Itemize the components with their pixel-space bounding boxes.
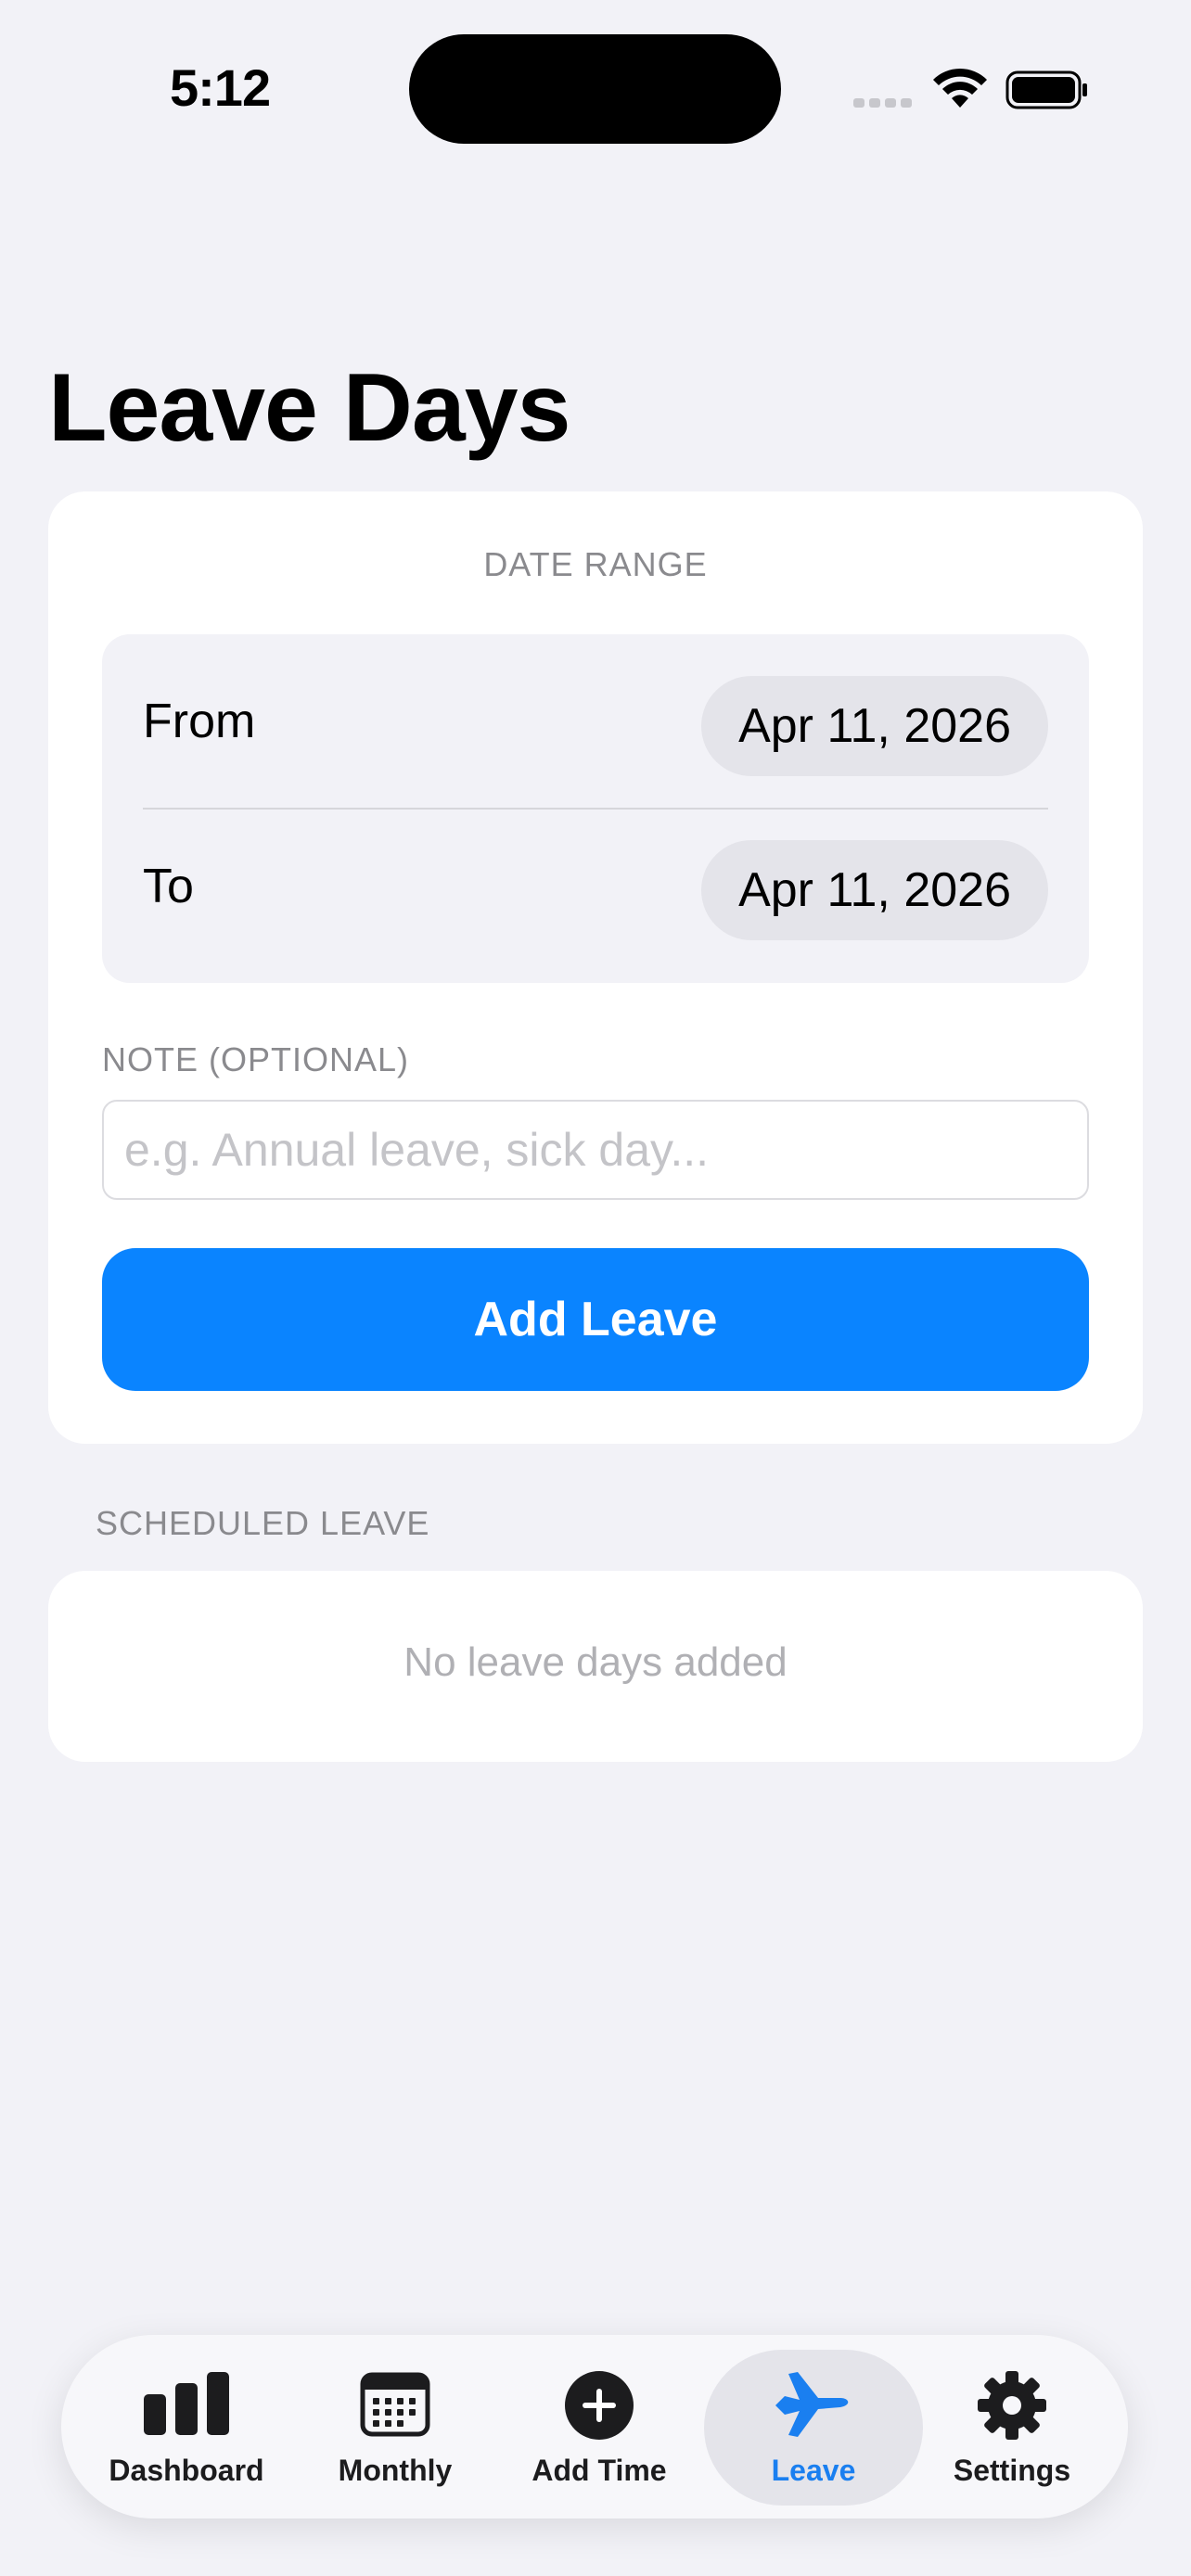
to-row: To Apr 11, 2026 (102, 809, 1089, 983)
chart-bar-icon (144, 2372, 229, 2435)
date-range-header: DATE RANGE (483, 545, 708, 583)
tab-settings[interactable]: Settings (919, 2335, 1105, 2519)
tab-leave[interactable]: Leave (721, 2335, 906, 2519)
screen: 5:12 Leave Days DATE RANGE From Apr 11, … (0, 0, 1191, 2576)
calendar-icon (360, 2372, 430, 2437)
note-label: NOTE (OPTIONAL) (102, 1040, 410, 1078)
battery-icon (1005, 70, 1087, 109)
scheduled-leave-card: No leave days added (48, 1571, 1143, 1762)
dynamic-island (409, 34, 781, 144)
tab-label: Dashboard (109, 2454, 264, 2487)
from-label: From (143, 695, 256, 748)
tab-label: Add Time (531, 2454, 667, 2487)
plus-circle-icon (565, 2371, 634, 2440)
tab-label: Leave (771, 2454, 856, 2487)
leave-form-card: DATE RANGE From Apr 11, 2026 To Apr 11, … (48, 491, 1143, 1444)
scheduled-leave-header: SCHEDULED LEAVE (96, 1504, 430, 1542)
tab-label: Settings (953, 2454, 1071, 2487)
date-range-group: From Apr 11, 2026 To Apr 11, 2026 (102, 634, 1089, 983)
airplane-icon (775, 2372, 849, 2437)
page-title: Leave Days (48, 354, 570, 462)
tab-bar: Dashboard Monthly Add Time Leave Setting… (61, 2335, 1128, 2519)
from-row: From Apr 11, 2026 (102, 634, 1089, 809)
note-input[interactable] (102, 1100, 1089, 1200)
tab-add-time[interactable]: Add Time (506, 2335, 692, 2519)
add-leave-button[interactable]: Add Leave (102, 1248, 1089, 1391)
to-label: To (143, 860, 194, 913)
to-date-picker[interactable]: Apr 11, 2026 (701, 840, 1048, 940)
wifi-icon (933, 68, 987, 108)
tab-dashboard[interactable]: Dashboard (89, 2335, 284, 2519)
from-date-picker[interactable]: Apr 11, 2026 (701, 676, 1048, 776)
tab-monthly[interactable]: Monthly (312, 2335, 479, 2519)
empty-state-text: No leave days added (403, 1639, 788, 1685)
status-time: 5:12 (170, 58, 271, 117)
tab-label: Monthly (338, 2454, 453, 2487)
gear-icon (978, 2371, 1046, 2440)
signal-icon (853, 98, 912, 108)
